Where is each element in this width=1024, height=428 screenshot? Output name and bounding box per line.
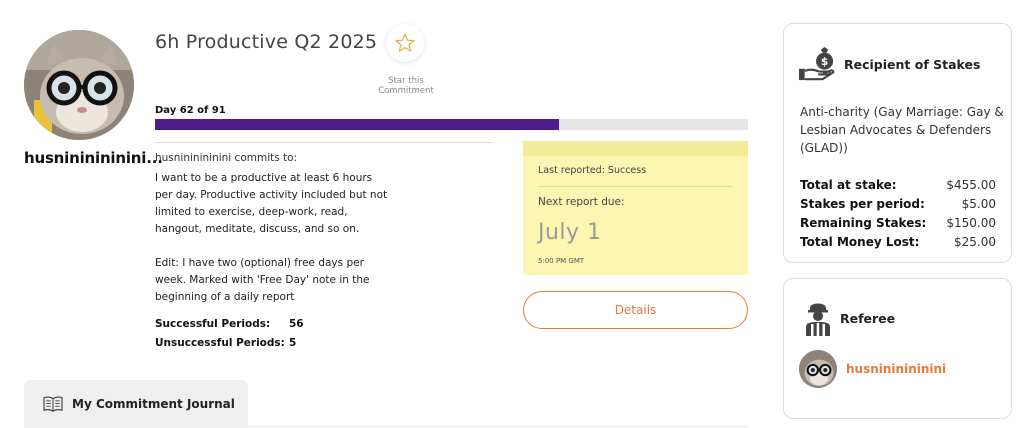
commitment-description: I want to be a productive at least 6 hou… <box>155 172 388 303</box>
star-button[interactable] <box>386 24 424 62</box>
next-report-date: July 1 <box>538 220 602 245</box>
referee-avatar[interactable] <box>799 350 837 388</box>
open-book-icon <box>43 396 63 412</box>
star-caption: Star this Commitment <box>378 76 434 96</box>
stake-row-remaining: Remaining Stakes: $150.00 <box>800 213 996 232</box>
stake-value: $150.00 <box>946 215 996 230</box>
referee-card: Referee husnininininini <box>783 278 1012 419</box>
user-avatar[interactable] <box>24 30 134 140</box>
stat-label: Unsuccessful Periods: <box>155 336 285 349</box>
stake-value: $5.00 <box>961 196 996 211</box>
stat-row-successful: Successful Periods: 56 <box>155 314 304 333</box>
svg-text:$: $ <box>821 56 828 68</box>
commitment-title: 6h Productive Q2 2025 <box>155 31 378 53</box>
stakes-card-header: $ Recipient of Stakes <box>798 46 980 82</box>
referee-card-header: Referee <box>804 300 895 336</box>
tab-commitment-journal[interactable]: My Commitment Journal <box>24 380 248 428</box>
stake-row-lost: Total Money Lost: $25.00 <box>800 232 996 251</box>
cat-with-glasses-avatar <box>799 350 837 388</box>
stake-label: Total at stake: <box>800 177 897 192</box>
referee-name[interactable]: husnininininini <box>846 362 946 376</box>
report-status-box: Last reported: Success Next report due: … <box>523 141 748 275</box>
stake-row-per-period: Stakes per period: $5.00 <box>800 194 996 213</box>
commits-to-label: husnininininini commits to: <box>155 152 298 164</box>
cat-with-glasses-avatar <box>24 30 134 140</box>
stake-value: $455.00 <box>946 177 996 192</box>
stat-value: 56 <box>289 317 304 330</box>
stat-value: 5 <box>289 336 297 349</box>
divider <box>155 142 493 143</box>
stake-row-total: Total at stake: $455.00 <box>800 175 996 194</box>
tab-underline <box>248 426 748 427</box>
report-divider <box>538 186 733 187</box>
last-reported: Last reported: Success <box>538 165 647 176</box>
next-report-label: Next report due: <box>538 196 625 208</box>
next-report-time: 5:00 PM GMT <box>538 257 585 265</box>
tab-label: My Commitment Journal <box>72 397 235 411</box>
money-bag-hand-icon: $ <box>799 46 835 81</box>
details-button[interactable]: Details <box>523 291 748 329</box>
stake-label: Total Money Lost: <box>800 234 920 249</box>
stat-label: Successful Periods: <box>155 317 271 330</box>
progress-fill <box>155 119 559 130</box>
stakes-card-title: Recipient of Stakes <box>844 56 981 72</box>
stakes-summary: Total at stake: $455.00 Stakes per perio… <box>800 175 996 251</box>
stake-label: Stakes per period: <box>800 196 925 211</box>
report-band <box>523 141 748 156</box>
star-icon <box>395 33 415 52</box>
day-progress-label: Day 62 of 91 <box>155 105 226 116</box>
stakes-card: $ Recipient of Stakes Anti-charity (Gay … <box>783 23 1012 263</box>
referee-icon <box>806 303 830 336</box>
referee-user[interactable]: husnininininini <box>799 350 946 388</box>
stake-value: $25.00 <box>954 234 996 249</box>
period-stats: Successful Periods: 56 Unsuccessful Peri… <box>155 314 304 352</box>
username[interactable]: husnininininini... <box>24 149 163 167</box>
stakes-recipient: Anti-charity (Gay Marriage: Gay & Lesbia… <box>800 105 1004 155</box>
referee-card-title: Referee <box>840 310 896 326</box>
stat-row-unsuccessful: Unsuccessful Periods: 5 <box>155 333 304 352</box>
progress-bar <box>155 119 748 130</box>
stake-label: Remaining Stakes: <box>800 215 927 230</box>
